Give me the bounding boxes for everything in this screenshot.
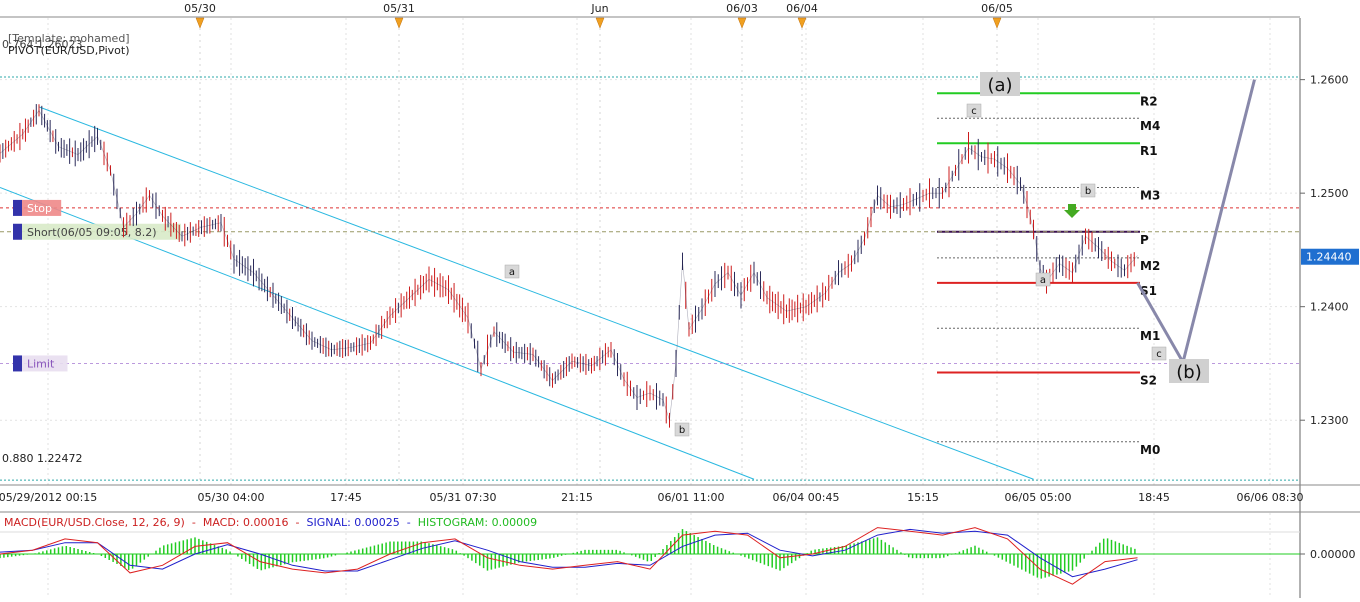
order-label: Stop xyxy=(27,202,52,215)
macd-indicator-name: MACD(EUR/USD.Close, 12, 26, 9) xyxy=(4,516,185,529)
y-tick-label: 1.2500 xyxy=(1310,187,1349,200)
top-date-label: 06/04 xyxy=(786,2,818,15)
x-tick-label: 05/31 07:30 xyxy=(430,491,497,504)
indicator-label: PIVOT(EUR/USD,Pivot) xyxy=(8,44,130,57)
pivot-label-m1: M1 xyxy=(1140,329,1160,343)
order-label: Short(06/05 09:05, 8.2) xyxy=(27,226,157,239)
top-date-label: 05/30 xyxy=(184,2,216,15)
order-handle-icon xyxy=(13,223,22,240)
y-tick-label: 1.2600 xyxy=(1310,74,1349,87)
wave-label-major: (a) xyxy=(987,75,1012,96)
x-tick-label: 06/04 00:45 xyxy=(773,491,840,504)
wave-label-minor: a xyxy=(1040,275,1046,286)
wave-label-minor: a xyxy=(509,267,515,278)
pivot-label-r2: R2 xyxy=(1140,94,1158,108)
top-date-label: 05/31 xyxy=(383,2,415,15)
chart-root: R2 M4 R1 M3 P M2 S1 M1 S2 M0 Stop Short(06/05 09:0… xyxy=(0,0,1360,598)
wave-label-minor: b xyxy=(679,425,685,436)
y-tick-label: 1.2300 xyxy=(1310,414,1349,427)
top-date-label: 06/05 xyxy=(981,2,1013,15)
top-date-label: Jun xyxy=(590,2,608,15)
pivot-label-m3: M3 xyxy=(1140,188,1160,202)
chart-canvas[interactable]: R2M4R1M3PM2S1M1S2M0 StopShort(06/05 09:0… xyxy=(0,0,1360,598)
wave-label-minor: c xyxy=(1156,349,1162,360)
order-label: Limit xyxy=(27,357,55,370)
pivot-label-r1: R1 xyxy=(1140,144,1158,158)
x-tick-label: 17:45 xyxy=(330,491,362,504)
x-tick-label: 06/05 05:00 xyxy=(1005,491,1072,504)
x-tick-label: 05/29/2012 00:15 xyxy=(0,491,97,504)
histogram-value-label: HISTOGRAM: 0.00009 xyxy=(417,516,538,529)
wave-label-minor: b xyxy=(1085,186,1091,197)
x-tick-label: 21:15 xyxy=(561,491,593,504)
pivot-label-m4: M4 xyxy=(1140,119,1160,133)
x-tick-label: 06/06 08:30 xyxy=(1237,491,1304,504)
wave-label-major: (b) xyxy=(1176,362,1201,383)
x-tick-label: 06/01 11:00 xyxy=(658,491,725,504)
x-tick-label: 18:45 xyxy=(1138,491,1170,504)
wave-label-minor: c xyxy=(971,106,977,117)
pivot-label-p: P xyxy=(1140,233,1149,247)
macd-title: MACD(EUR/USD.Close, 12, 26, 9) - MACD: 0… xyxy=(4,516,538,529)
order-handle-icon xyxy=(13,199,22,216)
current-price-label: 1.24440 xyxy=(1306,251,1352,264)
pivot-label-s2: S2 xyxy=(1140,374,1157,388)
macd-value-label: MACD: 0.00016 xyxy=(202,516,289,529)
pivot-label-m0: M0 xyxy=(1140,443,1160,457)
macd-y-tick-label: 0.00000 xyxy=(1310,548,1356,561)
top-date-label: 06/03 xyxy=(726,2,758,15)
signal-value-label: SIGNAL: 0.00025 xyxy=(306,516,400,529)
y-tick-label: 1.2400 xyxy=(1310,301,1349,314)
order-handle-icon xyxy=(13,355,22,372)
x-tick-label: 15:15 xyxy=(907,491,939,504)
fib-bottom-label: 0.880 1.22472 xyxy=(2,452,83,465)
pivot-label-m2: M2 xyxy=(1140,259,1160,273)
x-tick-label: 05/30 04:00 xyxy=(198,491,265,504)
